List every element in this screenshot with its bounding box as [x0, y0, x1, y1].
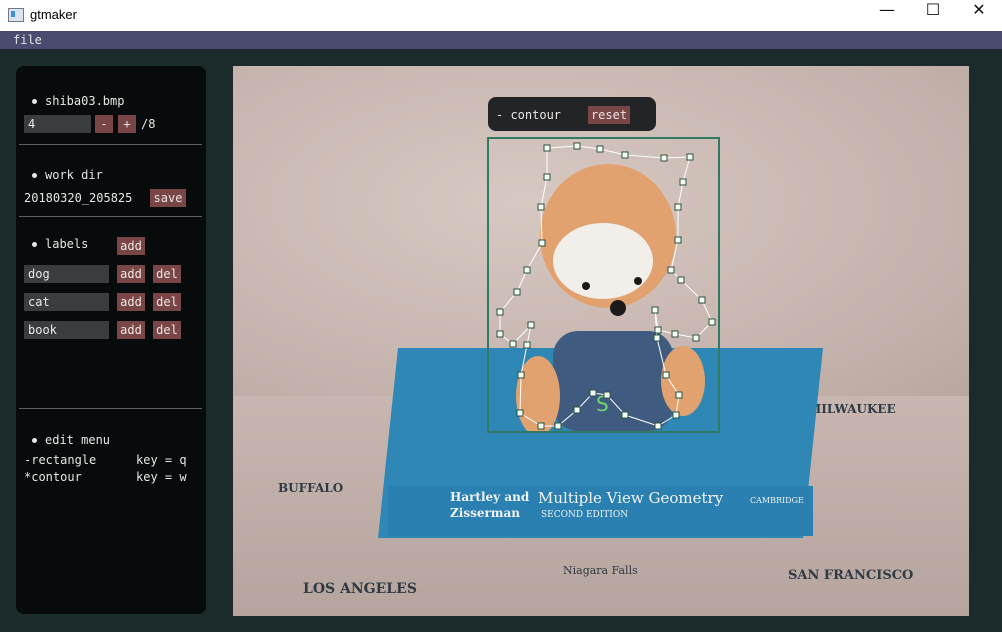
contour-vertex-handle[interactable]	[621, 151, 629, 159]
contour-vertex-handle[interactable]	[667, 266, 675, 274]
contour-vertex-handle[interactable]	[672, 411, 680, 419]
contour-vertex-handle[interactable]	[660, 154, 668, 162]
contour-vertex-handle[interactable]	[527, 321, 535, 329]
contour-vertex-handle[interactable]	[653, 334, 661, 342]
contour-vertex-handle[interactable]	[677, 276, 685, 284]
contour-vertex-handle[interactable]	[679, 178, 687, 186]
contour-vertex-handle[interactable]	[671, 330, 679, 338]
contour-vertex-handle[interactable]	[496, 308, 504, 316]
contour-vertex-handle[interactable]	[596, 145, 604, 153]
contour-vertex-handle[interactable]	[698, 296, 706, 304]
contour-vertex-handle[interactable]	[537, 422, 545, 430]
contour-vertex-handle[interactable]	[537, 203, 545, 211]
contour-popup: - contour reset	[488, 97, 656, 131]
contour-vertex-handle[interactable]	[589, 389, 597, 397]
contour-vertex-handle[interactable]	[654, 326, 662, 334]
contour-vertex-handle[interactable]	[621, 411, 629, 419]
contour-vertex-handle[interactable]	[543, 144, 551, 152]
contour-vertex-handle[interactable]	[496, 330, 504, 338]
contour-vertex-handle[interactable]	[651, 306, 659, 314]
contour-vertex-handle[interactable]	[573, 406, 581, 414]
contour-polygon[interactable]	[496, 142, 716, 430]
contour-vertex-handle[interactable]	[523, 266, 531, 274]
contour-vertex-handle[interactable]	[675, 391, 683, 399]
contour-vertex-handle[interactable]	[538, 239, 546, 247]
contour-vertex-handle[interactable]	[517, 371, 525, 379]
contour-vertex-handle[interactable]	[692, 334, 700, 342]
contour-vertex-handle[interactable]	[603, 391, 611, 399]
contour-outline[interactable]	[499, 145, 713, 427]
contour-popup-title: - contour	[496, 108, 562, 122]
contour-vertex-handle[interactable]	[509, 340, 517, 348]
contour-vertex-handle[interactable]	[674, 236, 682, 244]
contour-vertex-handle[interactable]	[554, 422, 562, 430]
contour-vertex-handle[interactable]	[662, 371, 670, 379]
contour-vertex-handle[interactable]	[523, 341, 531, 349]
contour-vertex-handle[interactable]	[686, 153, 694, 161]
contour-vertex-handle[interactable]	[516, 409, 524, 417]
contour-vertex-handle[interactable]	[708, 318, 716, 326]
contour-vertex-handle[interactable]	[543, 173, 551, 181]
contour-vertex-handle[interactable]	[513, 288, 521, 296]
contour-vertex-handle[interactable]	[573, 142, 581, 150]
contour-vertex-handle[interactable]	[674, 203, 682, 211]
contour-vertex-handle[interactable]	[654, 422, 662, 430]
reset-button[interactable]: reset	[588, 106, 630, 124]
annotation-overlay	[487, 137, 720, 433]
